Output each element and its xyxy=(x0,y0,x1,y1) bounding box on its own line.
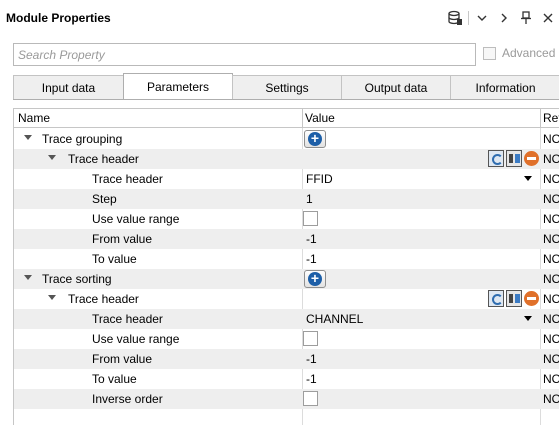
from-value-input[interactable]: -1 xyxy=(306,352,317,366)
dropdown-arrow-icon[interactable] xyxy=(524,316,532,321)
column-divider[interactable] xyxy=(540,109,541,128)
property-name: Use value range xyxy=(92,332,180,346)
subgroup-row-trace-header[interactable]: Trace header NO xyxy=(14,149,559,169)
property-row[interactable]: Trace header FFID NO xyxy=(14,169,559,189)
use-value-range-checkbox[interactable] xyxy=(303,331,318,346)
property-name: Trace header xyxy=(92,312,163,326)
property-row[interactable]: To value -1 NO xyxy=(14,369,559,389)
step-input[interactable]: 1 xyxy=(306,192,313,206)
property-ref: NO xyxy=(543,352,559,366)
title-bar-tools xyxy=(444,8,559,28)
collapse-arrow-icon[interactable] xyxy=(24,275,32,280)
property-ref: NO xyxy=(543,232,559,246)
column-header-value[interactable]: Value xyxy=(305,111,335,125)
property-ref: NO xyxy=(543,292,559,306)
chevron-down-icon[interactable] xyxy=(471,8,493,28)
property-ref: NO xyxy=(543,372,559,386)
inverse-order-checkbox[interactable] xyxy=(303,391,318,406)
to-value-input[interactable]: -1 xyxy=(306,252,317,266)
collapse-arrow-icon[interactable] xyxy=(48,295,56,300)
to-value-input[interactable]: -1 xyxy=(306,372,317,386)
advanced-checkbox[interactable] xyxy=(483,46,496,60)
refresh-icon[interactable] xyxy=(488,290,504,307)
group-row-trace-sorting[interactable]: Trace sorting NO xyxy=(14,269,559,289)
property-row[interactable]: Step 1 NO xyxy=(14,189,559,209)
database-icon[interactable] xyxy=(444,8,466,28)
remove-icon[interactable] xyxy=(524,151,539,166)
column-header-ref[interactable]: Ref xyxy=(543,111,559,125)
close-icon[interactable] xyxy=(537,8,559,28)
property-name: From value xyxy=(92,352,153,366)
property-ref: NO xyxy=(543,192,559,206)
pin-icon[interactable] xyxy=(515,8,537,28)
property-name: Trace header xyxy=(68,152,139,166)
property-ref: NO xyxy=(543,132,559,146)
property-row[interactable]: From value -1 NO xyxy=(14,349,559,369)
tab-information[interactable]: Information xyxy=(450,75,559,100)
remove-icon[interactable] xyxy=(524,291,539,306)
advanced-toggle[interactable]: Advanced xyxy=(483,46,555,60)
property-grid: Name Value Ref Trace grouping NO Trace h… xyxy=(13,108,559,425)
add-item-button[interactable] xyxy=(304,270,326,288)
collapse-arrow-icon[interactable] xyxy=(24,135,32,140)
collapse-arrow-icon[interactable] xyxy=(48,155,56,160)
title-bar: Module Properties xyxy=(0,0,559,36)
property-ref: NO xyxy=(543,152,559,166)
column-header-name[interactable]: Name xyxy=(18,111,50,125)
property-row[interactable]: Trace header CHANNEL NO xyxy=(14,309,559,329)
tab-divider xyxy=(13,99,559,100)
tab-input-data[interactable]: Input data xyxy=(13,75,124,100)
add-item-button[interactable] xyxy=(304,130,326,148)
property-name: Trace header xyxy=(92,172,163,186)
property-ref: NO xyxy=(543,252,559,266)
property-name: Step xyxy=(92,192,117,206)
column-divider[interactable] xyxy=(302,109,303,128)
dropdown-arrow-icon[interactable] xyxy=(524,176,532,181)
property-name: To value xyxy=(92,372,137,386)
chevron-right-icon[interactable] xyxy=(493,8,515,28)
search-placeholder: Search Property xyxy=(18,48,105,62)
property-ref: NO xyxy=(543,212,559,226)
property-ref: NO xyxy=(543,332,559,346)
trace-header-select[interactable]: CHANNEL xyxy=(306,312,363,326)
tab-settings[interactable]: Settings xyxy=(232,75,342,100)
group-row-trace-grouping[interactable]: Trace grouping NO xyxy=(14,129,559,149)
property-row[interactable]: Inverse order NO xyxy=(14,389,559,409)
use-value-range-checkbox[interactable] xyxy=(303,211,318,226)
property-name: Trace grouping xyxy=(42,132,123,146)
subgroup-row-trace-header[interactable]: Trace header NO xyxy=(14,289,559,309)
property-row[interactable]: Use value range NO xyxy=(14,209,559,229)
property-row[interactable]: Use value range NO xyxy=(14,329,559,349)
property-name: Inverse order xyxy=(92,392,163,406)
window-title: Module Properties xyxy=(6,11,111,25)
tab-output-data[interactable]: Output data xyxy=(341,75,451,100)
property-name: Trace header xyxy=(68,292,139,306)
property-name: Trace sorting xyxy=(42,272,112,286)
property-name: From value xyxy=(92,232,153,246)
property-name: To value xyxy=(92,252,137,266)
property-ref: NO xyxy=(543,312,559,326)
property-row[interactable]: From value -1 NO xyxy=(14,229,559,249)
search-input[interactable]: Search Property xyxy=(13,43,476,66)
advanced-label: Advanced xyxy=(502,46,556,60)
grid-header: Name Value Ref xyxy=(14,109,559,128)
trace-header-select[interactable]: FFID xyxy=(306,172,333,186)
tab-parameters[interactable]: Parameters xyxy=(123,73,233,100)
toolbar-divider xyxy=(468,11,469,25)
property-ref: NO xyxy=(543,272,559,286)
swap-icon[interactable] xyxy=(506,290,522,307)
property-name: Use value range xyxy=(92,212,180,226)
from-value-input[interactable]: -1 xyxy=(306,232,317,246)
property-ref: NO xyxy=(543,392,559,406)
tab-bar: Input data Parameters Settings Output da… xyxy=(13,73,559,100)
property-row[interactable]: To value -1 NO xyxy=(14,249,559,269)
swap-icon[interactable] xyxy=(506,150,522,167)
property-ref: NO xyxy=(543,172,559,186)
refresh-icon[interactable] xyxy=(488,150,504,167)
